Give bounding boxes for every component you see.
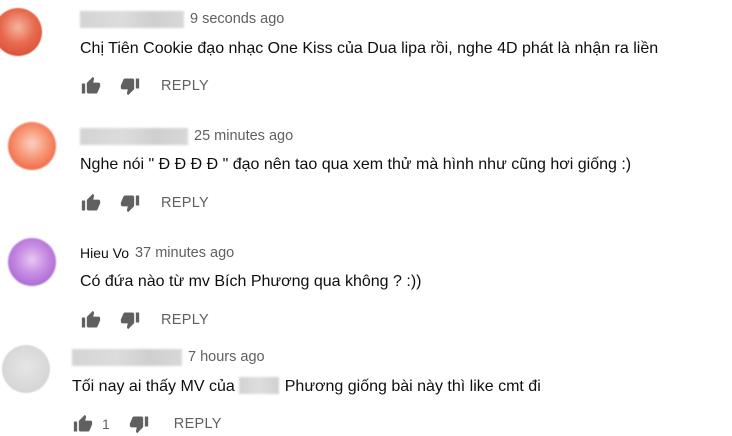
comment-text: Nghe nói " Đ Đ Đ Đ " đạo nên tao qua xem…: [80, 156, 632, 173]
author-name-redacted[interactable]: [80, 127, 188, 145]
thumb-down-icon[interactable]: [119, 192, 141, 214]
redacted-word: [238, 377, 279, 394]
avatar[interactable]: [8, 122, 56, 170]
author-name-redacted[interactable]: [72, 348, 182, 366]
reply-button[interactable]: REPLY: [161, 78, 209, 94]
comment-text-part: Phương giống bài này thì like cmt đi: [284, 378, 541, 395]
comment-actions: 1 REPLY: [72, 412, 222, 436]
reply-button[interactable]: REPLY: [161, 312, 209, 328]
thumb-down-icon[interactable]: [128, 413, 150, 435]
comment-text: Chị Tiên Cookie đạo nhạc One Kiss của Du…: [80, 40, 659, 57]
thumb-down-icon[interactable]: [119, 75, 141, 97]
avatar[interactable]: [0, 8, 42, 56]
comment-actions: REPLY: [80, 308, 209, 332]
comment-actions: REPLY: [80, 191, 209, 215]
comment-actions: REPLY: [80, 74, 209, 98]
comment-timestamp[interactable]: 9 seconds ago: [190, 11, 284, 27]
thumb-down-icon[interactable]: [119, 309, 141, 331]
thumb-up-icon[interactable]: [80, 192, 102, 214]
comment-header: 9 seconds ago: [80, 8, 284, 30]
avatar[interactable]: [2, 345, 50, 393]
comment-timestamp[interactable]: 37 minutes ago: [135, 245, 234, 261]
like-count: 1: [102, 416, 110, 432]
thumb-up-icon[interactable]: [72, 413, 94, 435]
avatar[interactable]: [8, 238, 56, 286]
reply-button[interactable]: REPLY: [161, 195, 209, 211]
reply-button[interactable]: REPLY: [174, 416, 222, 432]
comment-timestamp[interactable]: 7 hours ago: [188, 349, 265, 365]
comment-text: Có đứa nào từ mv Bích Phương qua không ?…: [80, 273, 422, 290]
comment-header: 25 minutes ago: [80, 125, 293, 147]
comment-header: 7 hours ago: [72, 346, 265, 368]
thumb-up-icon[interactable]: [80, 309, 102, 331]
author-name[interactable]: Hieu Vo: [80, 245, 129, 261]
comment-text: Tối nay ai thấy MV của Phương giống bài n…: [72, 377, 541, 396]
thumb-up-icon[interactable]: [80, 75, 102, 97]
comment-text-part: Tối nay ai thấy MV của: [72, 378, 235, 395]
author-name-redacted[interactable]: [80, 10, 184, 28]
comment-header: Hieu Vo 37 minutes ago: [80, 242, 234, 264]
comment-timestamp[interactable]: 25 minutes ago: [194, 128, 293, 144]
